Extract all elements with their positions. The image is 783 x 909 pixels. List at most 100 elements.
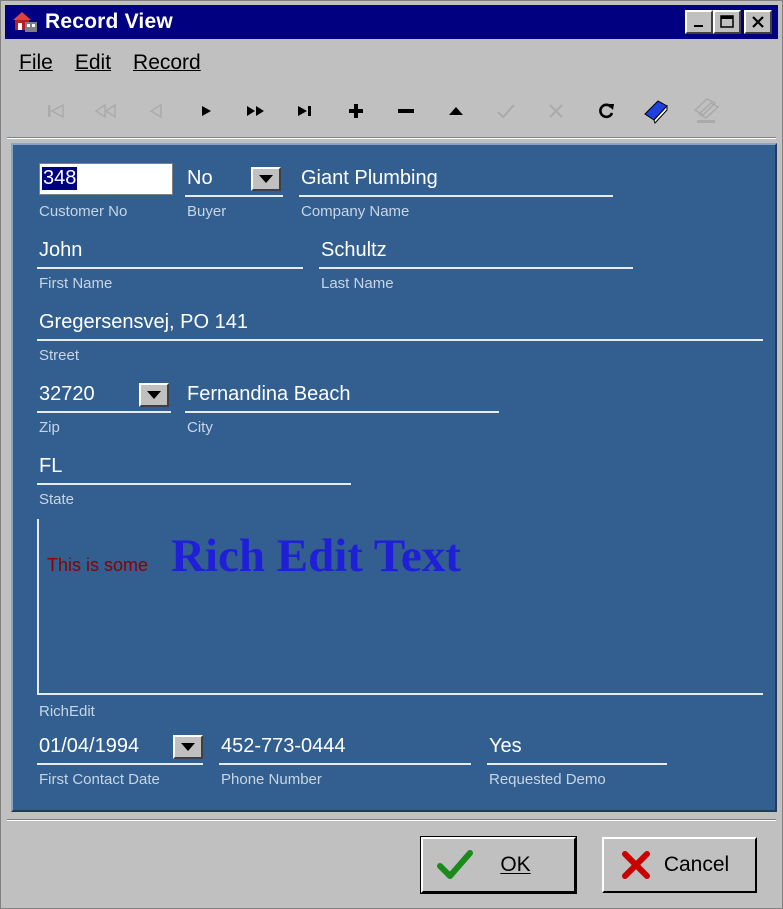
city-underline [185, 411, 499, 413]
cancel-button-label: Cancel [663, 853, 730, 876]
title-bar[interactable]: Record View [5, 5, 778, 39]
state-underline [37, 483, 351, 485]
menu-edit-label: Edit [74, 51, 112, 74]
zip-underline [37, 411, 171, 413]
first-record-icon [48, 103, 64, 119]
insert-button[interactable] [331, 92, 381, 130]
phone-number-field[interactable]: 452-773-0444 [221, 735, 346, 758]
last-record-icon [298, 106, 311, 116]
cross-icon [622, 851, 650, 879]
first-name-label: First Name [39, 275, 113, 292]
refresh-icon [599, 103, 614, 119]
buyer-label: Buyer [187, 203, 227, 220]
rich-edit-label: RichEdit [39, 703, 95, 720]
next-page-button[interactable] [231, 92, 281, 130]
next-record-button[interactable] [181, 92, 231, 130]
last-name-underline [319, 267, 633, 269]
edit-button[interactable] [431, 92, 481, 130]
menu-record-label: Record [133, 51, 201, 74]
insert-icon [349, 104, 363, 118]
record-form-panel: 348 Customer No No Buyer Giant Plumbing … [11, 143, 777, 812]
delete-button[interactable] [381, 92, 431, 130]
toolbar-separator [7, 137, 776, 139]
checkmark-icon [437, 850, 473, 879]
phone-number-label: Phone Number [221, 771, 322, 788]
company-name-label: Company Name [301, 203, 410, 220]
next-page-icon [247, 106, 264, 116]
first-contact-date-value[interactable]: 01/04/1994 [39, 735, 139, 758]
edit-icon [449, 107, 463, 115]
buyer-dropdown-button[interactable] [251, 167, 281, 191]
cancel-edit-button[interactable] [531, 92, 581, 130]
customer-no-input[interactable]: 348 [39, 163, 173, 195]
maximize-button[interactable] [713, 10, 741, 34]
window-controls [685, 10, 772, 34]
zip-dropdown-button[interactable] [139, 383, 169, 407]
goto-bookmark-icon [693, 98, 720, 123]
ok-button-label: OK [500, 853, 531, 876]
close-button[interactable] [744, 10, 772, 34]
requested-demo-label: Requested Demo [489, 771, 606, 788]
first-name-field[interactable]: John [39, 239, 82, 262]
navigator-toolbar [31, 91, 731, 131]
window-title: Record View [45, 10, 173, 33]
street-underline [37, 339, 763, 341]
close-icon [752, 16, 764, 28]
state-label: State [39, 491, 75, 508]
menu-record[interactable]: Record [129, 49, 205, 77]
first-contact-date-dropdown-button[interactable] [173, 735, 203, 759]
street-field[interactable]: Gregersensvej, PO 141 [39, 311, 248, 334]
post-button[interactable] [481, 92, 531, 130]
customer-no-label: Customer No [39, 203, 128, 220]
prior-record-button[interactable] [131, 92, 181, 130]
phone-number-underline [219, 763, 471, 765]
prior-page-icon [94, 103, 116, 119]
company-name-field[interactable]: Giant Plumbing [301, 167, 438, 190]
state-field[interactable]: FL [39, 455, 62, 478]
menu-file-label: File [19, 51, 53, 74]
first-record-button[interactable] [31, 92, 81, 130]
menu-file[interactable]: File [15, 49, 57, 77]
buyer-underline [185, 195, 283, 197]
rich-edit-big-text: Rich Edit Text [171, 530, 461, 582]
ok-button[interactable]: OK [420, 836, 577, 894]
minimize-button[interactable] [685, 10, 713, 34]
cancel-edit-icon [549, 104, 563, 118]
menu-bar: File Edit Record [15, 49, 219, 77]
last-name-label: Last Name [321, 275, 394, 292]
street-label: Street [39, 347, 80, 364]
bookmark-button[interactable] [631, 92, 681, 130]
customer-no-value: 348 [42, 167, 78, 190]
record-view-window: Record View File Edit Record 348 Custome… [0, 0, 783, 909]
prior-record-icon [149, 103, 162, 119]
requested-demo-underline [487, 763, 667, 765]
chevron-down-icon [181, 743, 195, 751]
delete-icon [398, 109, 414, 113]
button-bar-separator [7, 819, 776, 821]
rich-edit-small-text: This is some [47, 555, 149, 575]
rich-edit-area[interactable]: This is some Rich Edit Text [37, 519, 763, 695]
minimize-icon [694, 25, 703, 27]
last-name-field[interactable]: Schultz [321, 239, 387, 262]
cancel-button[interactable]: Cancel [602, 837, 757, 893]
maximize-icon [720, 15, 734, 28]
chevron-down-icon [147, 391, 161, 399]
bookmark-icon [644, 100, 668, 124]
prior-page-button[interactable] [81, 92, 131, 130]
first-name-underline [37, 267, 303, 269]
company-name-underline [299, 195, 613, 197]
buyer-value[interactable]: No [187, 167, 213, 190]
menu-edit[interactable]: Edit [71, 49, 115, 77]
next-record-icon [202, 106, 211, 116]
chevron-down-icon [259, 175, 273, 183]
first-contact-date-label: First Contact Date [39, 771, 160, 788]
city-field[interactable]: Fernandina Beach [187, 383, 350, 406]
zip-value[interactable]: 32720 [39, 383, 95, 406]
app-icon [13, 12, 37, 32]
requested-demo-field[interactable]: Yes [489, 735, 522, 758]
first-contact-date-underline [37, 763, 203, 765]
zip-label: Zip [39, 419, 60, 436]
last-record-button[interactable] [281, 92, 331, 130]
refresh-button[interactable] [581, 92, 631, 130]
goto-bookmark-button[interactable] [681, 92, 731, 130]
